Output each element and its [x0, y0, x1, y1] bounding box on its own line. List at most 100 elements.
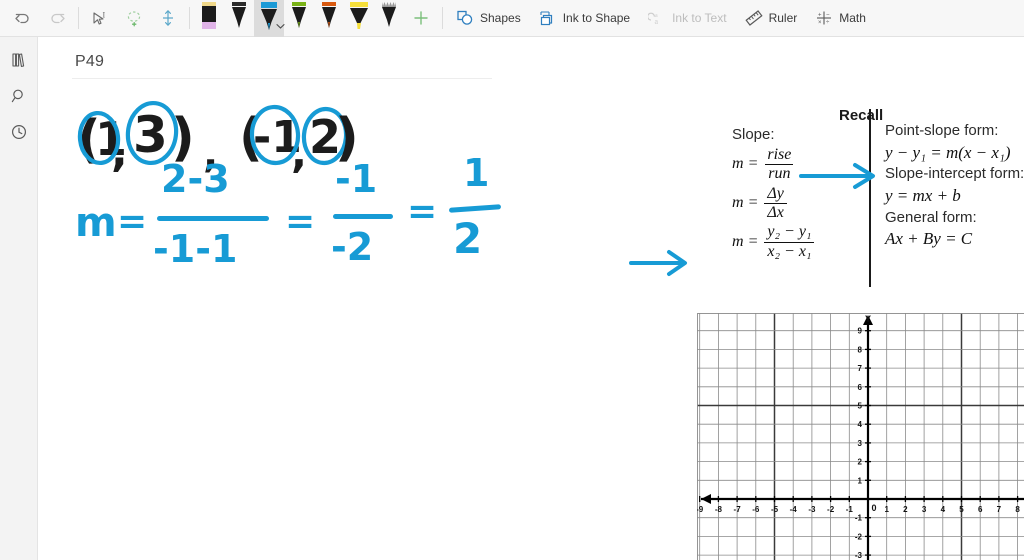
slope-formula-1: m = rise run: [732, 146, 872, 184]
slope-label: Slope:: [732, 126, 775, 143]
ink-frac3-num: 1: [463, 151, 490, 195]
ruler-icon: [744, 9, 763, 27]
svg-text:8: 8: [858, 345, 863, 354]
toolbar-divider-3: [442, 7, 443, 29]
math-button[interactable]: + − × ÷ Math: [806, 1, 875, 35]
point-slope-formula: y − y₁ = m(x − x₁): [885, 142, 1011, 162]
search-icon: [9, 86, 29, 111]
ink-to-shape-button[interactable]: Ink to Shape: [530, 1, 639, 35]
svg-text:-9: -9: [697, 505, 704, 514]
ink-equals-3: =: [407, 191, 438, 232]
tool-eraser[interactable]: [194, 0, 224, 37]
ruler-label: Ruler: [768, 11, 798, 25]
slope-formula-2-num: Δy: [767, 184, 784, 202]
page-title[interactable]: P49: [75, 53, 104, 71]
recall-forms-column: Point-slope form: y − y₁ = m(x − x₁) Slo…: [885, 122, 1024, 249]
math-icon: + − × ÷: [815, 9, 833, 27]
ink-to-shape-icon: [539, 9, 557, 27]
ink-frac3-den: 2: [453, 214, 483, 263]
add-pen-button[interactable]: [404, 1, 438, 35]
svg-text:-7: -7: [734, 505, 742, 514]
slope-formula-3-m: m: [732, 233, 744, 250]
tool-pen-green[interactable]: [284, 0, 314, 37]
svg-text:7: 7: [997, 505, 1002, 514]
slope-formula-2-m: m: [732, 194, 744, 212]
ink-arrow-left: [629, 250, 687, 276]
lasso-select-icon[interactable]: [117, 1, 151, 35]
sidebar-item-recent[interactable]: [0, 116, 38, 152]
tool-pen-black[interactable]: [224, 0, 254, 37]
coordinate-grid-svg: YX-9-8-7-6-5-4-3-2-10123456789987654321-…: [697, 313, 1024, 560]
slope-formula-2-den: Δx: [764, 202, 787, 222]
svg-text:8: 8: [1015, 505, 1020, 514]
slope-intercept-label: Slope-intercept form:: [885, 165, 1024, 183]
slope-formula-1-num: rise: [767, 145, 792, 163]
svg-text:2: 2: [858, 458, 863, 467]
svg-text:-8: -8: [715, 505, 723, 514]
svg-text:I: I: [103, 11, 106, 20]
insert-space-icon[interactable]: [151, 1, 185, 35]
svg-text:-1: -1: [846, 505, 854, 514]
svg-text:Y: Y: [865, 314, 871, 324]
slope-formula-1-den: run: [765, 164, 794, 183]
svg-text:−: −: [826, 12, 830, 18]
svg-text:6: 6: [858, 383, 863, 392]
svg-text:4: 4: [858, 420, 863, 429]
svg-text:5: 5: [959, 505, 964, 514]
ink-frac1-bar: [157, 216, 269, 221]
slope-formula-2: m = Δy Δx: [732, 185, 872, 223]
shapes-icon: [456, 9, 474, 27]
tool-pen-blue[interactable]: [254, 0, 285, 37]
tool-pen-orange[interactable]: [314, 0, 344, 37]
left-navigation-rail: [0, 37, 38, 560]
general-form-label: General form:: [885, 208, 977, 226]
onenote-window: I Shapes Ink to Shape a a Ink to Text Ru…: [0, 0, 1024, 560]
svg-text:5: 5: [858, 402, 863, 411]
coordinate-grid[interactable]: YX-9-8-7-6-5-4-3-2-10123456789987654321-…: [697, 313, 1024, 560]
toolbar-divider: [78, 7, 79, 29]
svg-text:-1: -1: [855, 514, 863, 523]
recall-reference-panel: Recall Slope: m = rise run m = Δy Δx m =…: [689, 66, 1024, 287]
svg-text:2: 2: [903, 505, 908, 514]
ink-frac2-num: -1: [335, 157, 378, 201]
ink-m-symbol: m: [75, 200, 117, 246]
recall-title: Recall: [839, 107, 884, 124]
svg-text:-2: -2: [827, 505, 835, 514]
math-label: Math: [839, 11, 866, 25]
svg-text:-5: -5: [771, 505, 779, 514]
draw-toolbar: I Shapes Ink to Shape a a Ink to Text Ru…: [0, 0, 1024, 37]
tool-pencil-gray[interactable]: [374, 0, 404, 37]
shapes-label: Shapes: [480, 11, 521, 25]
ruler-button[interactable]: Ruler: [736, 1, 807, 35]
slope-formula-3-fraction: y₂ − y₁ x₂ − x₁: [764, 223, 815, 261]
svg-text:-3: -3: [808, 505, 816, 514]
ink-frac2-den: -2: [331, 225, 374, 269]
ink-frac1-num: 2-3: [161, 157, 230, 201]
redo-button[interactable]: [40, 1, 74, 35]
title-underline: [72, 78, 492, 79]
slope-formula-1-fraction: rise run: [764, 146, 794, 184]
sidebar-item-search[interactable]: [0, 80, 38, 116]
svg-text:3: 3: [922, 505, 927, 514]
ink-equals-2: =: [285, 201, 316, 242]
note-canvas[interactable]: P49 ( 1 , 3 ) , ( -1 , 2) m = 2-3 -1-1 …: [39, 38, 1024, 560]
tool-highlighter-yellow[interactable]: [344, 0, 374, 37]
svg-text:7: 7: [858, 364, 863, 373]
ink-to-text-button[interactable]: a a Ink to Text: [639, 1, 735, 35]
undo-button[interactable]: [6, 1, 40, 35]
svg-text:-2: -2: [855, 532, 863, 541]
point-slope-label: Point-slope form:: [885, 122, 999, 139]
ink-equals-1: =: [117, 201, 148, 242]
ink-frac3-bar: [448, 204, 502, 213]
slope-formula-3-den: x₂ − x₁: [764, 241, 815, 261]
shapes-button[interactable]: Shapes: [447, 1, 530, 35]
slope-formula-1-m: m: [732, 155, 744, 173]
select-text-icon[interactable]: I: [83, 1, 117, 35]
svg-text:4: 4: [941, 505, 946, 514]
slope-formula-1-eq: =: [747, 155, 759, 173]
slope-formula-3-num: y₂ − y₁: [767, 223, 812, 241]
sidebar-item-notebooks[interactable]: [0, 44, 38, 80]
svg-text:6: 6: [978, 505, 983, 514]
svg-text:1: 1: [884, 505, 889, 514]
general-form-formula: Ax + By = C: [885, 229, 973, 249]
